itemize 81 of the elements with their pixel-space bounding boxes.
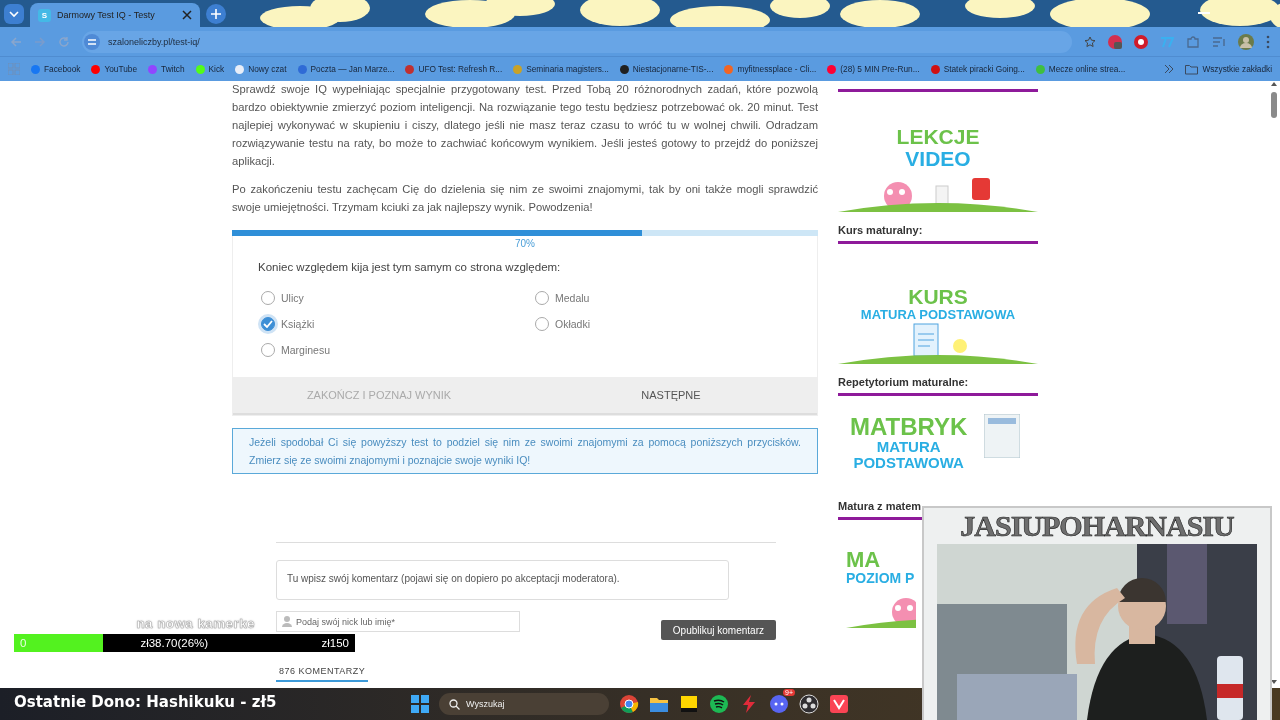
bookmark-link[interactable]: Poczta — Jan Marze... — [297, 64, 395, 74]
last-donation-text: Ostatnie Dono: Hashikuku - zł5 — [14, 693, 277, 711]
name-field[interactable]: Podaj swój nick lub imię* — [276, 611, 520, 632]
bookmark-link[interactable]: Kick — [195, 64, 225, 74]
paragraph: Sprawdź swoje IQ wypełniając specjalnie przygotowany test. Przed Tobą 20 różnorodnych zadań, które pozwolą bardzo obiektywnie zmierzyć poziom inteligencji. Na rozwiązanie tego testu będziesz potrzebować ok. 20 minut. Test najlepiej wykonywać w skupieniu i ciszy, dlatego jeśli nie masz teraz czasu to wróć tu w wolnej chwili. Odradzam rozwiązywanie testu na raty, bo może to zachwiać końcowym wynikiem. Jeśli jesteś gotowy to przejdź do poniższej aplikacji. — [232, 82, 818, 169]
goal-amount: zł38.70(26%) — [140, 637, 209, 649]
valorant-app-icon[interactable] — [829, 694, 849, 714]
answer-option[interactable]: Ulicy — [261, 289, 535, 307]
banner-title: MA — [846, 548, 881, 572]
bookmark-link[interactable]: myfitnessplace - Cli... — [724, 64, 817, 74]
folder-icon — [1185, 63, 1199, 75]
book-drawing — [984, 414, 1020, 458]
answer-option[interactable]: Okładki — [535, 315, 787, 333]
radio-button[interactable] — [261, 291, 275, 305]
address-bar[interactable]: szaloneliczby.pl/test-iq/ — [82, 30, 1072, 53]
bookmark-link[interactable]: Niestacjonarne-TIS-... — [619, 64, 714, 74]
browser-tab[interactable]: S Darmowy Test IQ - Testy — [30, 3, 200, 27]
radio-checked[interactable] — [261, 317, 275, 331]
discord-app-icon[interactable] — [769, 694, 789, 714]
all-bookmarks-link[interactable]: Wszystkie zakładki — [1185, 63, 1272, 75]
banner-title: VIDEO — [905, 147, 971, 170]
star-icon[interactable] — [1084, 35, 1096, 48]
progress-label: 70% — [514, 237, 536, 251]
next-button[interactable]: NASTĘPNE — [525, 377, 817, 413]
search-icon — [449, 698, 460, 710]
chrome-app-icon[interactable] — [619, 694, 639, 714]
spotify-app-icon[interactable] — [709, 694, 729, 714]
windows-start-icon[interactable] — [411, 695, 429, 713]
section-heading: Matura z matem — [838, 499, 923, 512]
answer-option[interactable]: Książki — [261, 315, 535, 333]
paragraph: Po zakończeniu testu zachęcam Cię do dzielenia się nim ze swoimi znajomymi, tak by oni także mogli sprawdzić swoje umiejętności. Trzymam kciuki za jak najlepszy wynik. Powodzenia! — [232, 182, 818, 215]
camera-title: JASIUPOHARNASIU — [960, 508, 1234, 544]
radio-button[interactable] — [261, 343, 275, 357]
tab-title: Darmowy Test IQ - Testy — [57, 10, 156, 20]
bookmark-link[interactable]: (28) 5 MIN Pre-Run... — [827, 64, 920, 74]
extension-icon[interactable] — [1108, 34, 1122, 49]
banner-title: MATURA PODSTAWOWA — [860, 308, 1016, 322]
answer-option[interactable]: Marginesu — [261, 341, 535, 359]
share-notice: Jeżeli spodobał Ci się powyższy test to podziel się nim ze swoimi znajomymi za pomocą poniższych przycisków. Zmierz się ze swoimi znajomymi i poznajcie swoje wyniki IQ! — [232, 428, 818, 474]
close-icon[interactable] — [182, 10, 192, 20]
answer-option[interactable]: Medalu — [535, 289, 787, 307]
search-field[interactable]: Wyszukaj — [439, 693, 609, 715]
extension-icon[interactable] — [1134, 34, 1148, 49]
banner-title: POZIOM P — [846, 571, 915, 586]
notes-app-icon[interactable] — [679, 694, 699, 714]
bookmark-link[interactable]: Mecze online strea... — [1035, 64, 1126, 74]
radio-button[interactable] — [535, 291, 549, 305]
site-settings-icon[interactable] — [84, 33, 100, 50]
tab-list-button[interactable] — [4, 3, 24, 24]
bookmark-link[interactable]: UFO Test: Refresh R... — [405, 64, 503, 74]
bookmark-link[interactable]: Twitch — [148, 64, 185, 74]
url-text: szaloneliczby.pl/test-iq/ — [108, 36, 200, 47]
bookmark-link[interactable]: Seminaria magisters... — [513, 64, 609, 74]
puzzle-icon[interactable] — [1186, 34, 1200, 49]
goal-start: 0 — [20, 637, 27, 649]
radio-button[interactable] — [535, 317, 549, 331]
goal-target: zł150 — [321, 637, 349, 649]
profile-avatar[interactable] — [1238, 33, 1254, 50]
new-tab-icon[interactable] — [206, 3, 226, 24]
favicon-icon: S — [38, 8, 51, 22]
obs-app-icon[interactable] — [799, 694, 819, 714]
comments-tab[interactable]: 876 KOMENTARZY — [276, 654, 369, 682]
banner-title: LEKCJE — [896, 125, 980, 148]
comment-field[interactable]: Tu wpisz swój komentarz (pojawi się on dopiero po akceptacji moderatora). — [276, 560, 729, 600]
banner-title: MATBRYK — [850, 413, 968, 439]
more-icon[interactable] — [1164, 64, 1175, 74]
media-icon[interactable] — [1212, 34, 1226, 49]
question-text: Koniec względem kija jest tym samym co strona względem: — [257, 261, 562, 275]
menu-icon[interactable] — [1266, 34, 1270, 49]
bookmark-link[interactable]: Nowy czat — [235, 64, 287, 74]
banner-title: KURS — [908, 286, 968, 309]
banner-title: MATURA — [876, 438, 941, 455]
goal-caption: na nowa kamerke — [136, 616, 255, 631]
section-heading: Kurs maturalny: — [838, 223, 924, 236]
publish-button[interactable]: Opublikuj komentarz — [660, 620, 776, 640]
bookmark-link[interactable]: YouTube — [91, 64, 138, 74]
section-heading: Repetytorium maturalne: — [838, 375, 970, 388]
banner-title: PODSTAWOWA — [853, 454, 964, 471]
bookmark-link[interactable]: Facebook — [31, 64, 81, 74]
user-icon — [282, 616, 292, 627]
bookmark-link[interactable]: Statek piracki Going... — [930, 64, 1025, 74]
